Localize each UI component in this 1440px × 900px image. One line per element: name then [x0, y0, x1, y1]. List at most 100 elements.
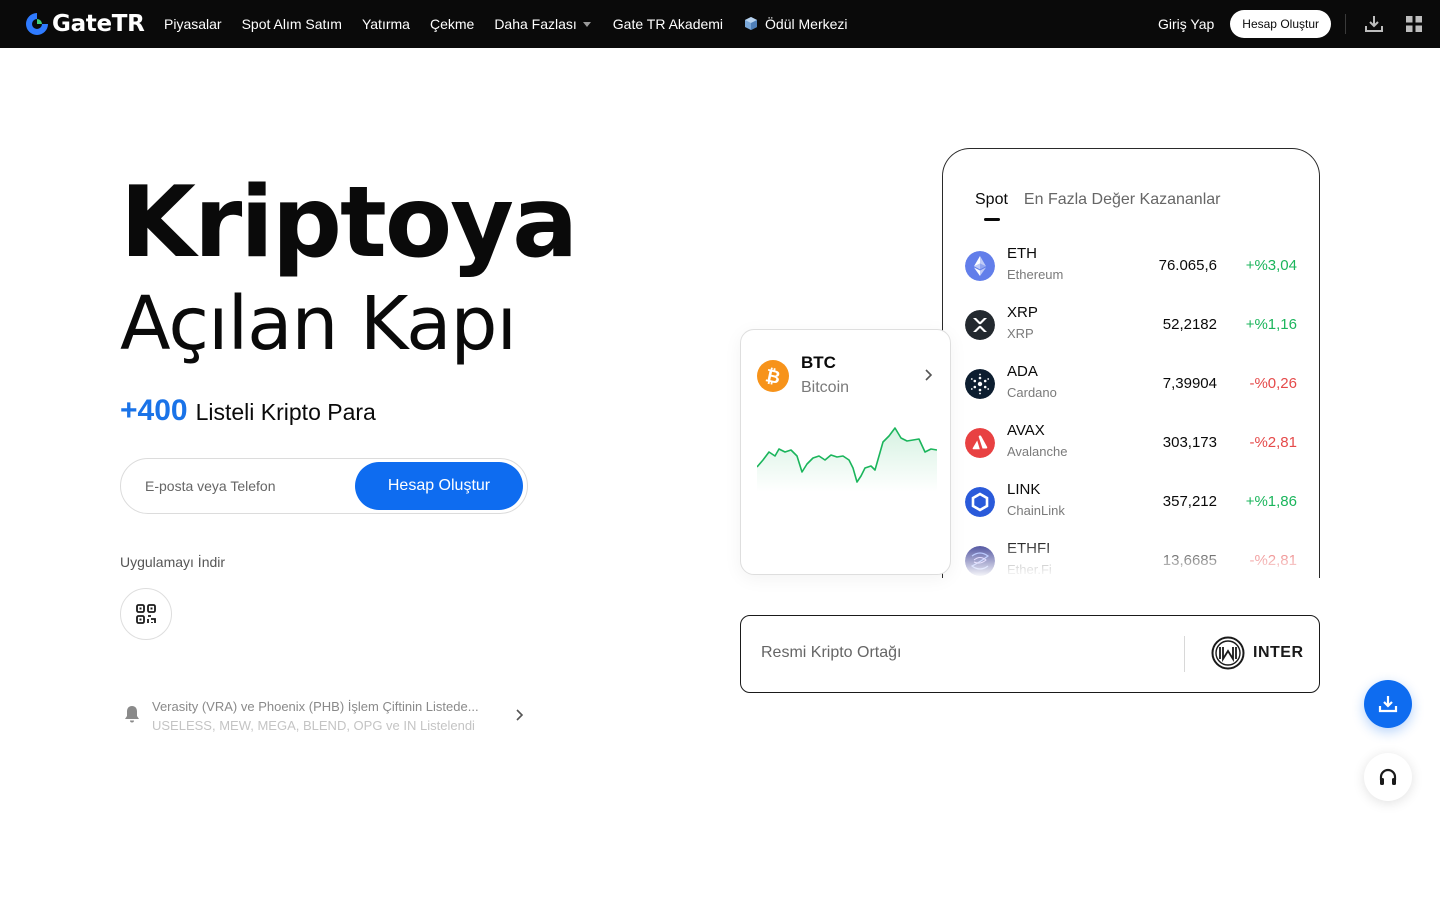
- coin-price: 13,6685: [1162, 552, 1217, 569]
- nav-spot-trading-label: Spot Alım Satım: [241, 16, 342, 32]
- ada-icon: [965, 369, 995, 399]
- avax-icon: [965, 428, 995, 458]
- headset-icon: [1379, 768, 1397, 785]
- inter-logo-icon: [1211, 636, 1245, 670]
- gatetr-logo[interactable]: GateTR: [24, 9, 145, 39]
- email-phone-input[interactable]: [145, 478, 345, 494]
- official-partner-banner[interactable]: Resmi Kripto Ortağı INTER: [740, 615, 1320, 693]
- floating-support-button[interactable]: [1364, 753, 1412, 801]
- nav-markets-label: Piyasalar: [164, 16, 222, 32]
- hero-title-line1: Kriptoya: [120, 166, 578, 280]
- nav-academy-label: Gate TR Akademi: [612, 16, 724, 32]
- market-tabs: Spot En Fazla Değer Kazananlar: [975, 191, 1236, 221]
- chevron-right-icon: [925, 369, 933, 381]
- btc-sparkline: [757, 427, 937, 492]
- partner-name: INTER: [1253, 644, 1304, 661]
- nav-withdraw[interactable]: Çekme: [430, 16, 474, 32]
- announcement-ticker[interactable]: Verasity (VRA) ve Phoenix (PHB) İşlem Çi…: [120, 698, 530, 738]
- chevron-right-icon: [516, 709, 524, 721]
- announcement-line2: USELESS, MEW, MEGA, BLEND, OPG ve IN Lis…: [152, 718, 475, 733]
- hero-signup-button[interactable]: Hesap Oluştur: [355, 462, 523, 510]
- coin-symbol: LINK: [1007, 481, 1041, 498]
- nav-reward-center-label: Ödül Merkezi: [765, 16, 848, 32]
- announcement-line1: Verasity (VRA) ve Phoenix (PHB) İşlem Çi…: [152, 699, 479, 714]
- download-icon[interactable]: [1364, 14, 1384, 34]
- listed-count-number: +400: [120, 394, 188, 427]
- coin-price: 357,212: [1162, 493, 1217, 510]
- nav-deposit-label: Yatırma: [361, 16, 410, 32]
- market-row-ada[interactable]: ADA Cardano 7,39904 -%0,26: [965, 361, 1299, 417]
- nav-markets[interactable]: Piyasalar: [164, 16, 222, 32]
- btc-name: Bitcoin: [801, 379, 850, 396]
- btc-card[interactable]: ₿ BTC Bitcoin: [740, 329, 951, 575]
- ethfi-icon: [965, 546, 995, 576]
- nav-deposit[interactable]: Yatırma: [362, 16, 410, 32]
- floating-download-button[interactable]: [1364, 680, 1412, 728]
- caret-down-icon: [582, 21, 591, 27]
- gatetr-logo-icon: [26, 13, 48, 35]
- coin-change: +%1,16: [1245, 316, 1297, 333]
- top-navbar: GateTR Piyasalar Spot Alım Satım Yatırma…: [0, 0, 1440, 48]
- apps-grid-icon[interactable]: [1404, 14, 1424, 34]
- eth-icon: [965, 251, 995, 281]
- coin-name: ChainLink: [1007, 503, 1065, 518]
- coin-name: Avalanche: [1007, 444, 1068, 459]
- nav-divider: [1345, 14, 1346, 34]
- btc-icon: ₿: [757, 360, 789, 392]
- coin-symbol: XRP: [1007, 304, 1038, 321]
- coin-change: +%3,04: [1245, 257, 1297, 274]
- market-row-ethfi[interactable]: ETHFI Ether.Fi 13,6685 -%2,81: [965, 538, 1299, 594]
- nav-spot-trading[interactable]: Spot Alım Satım: [242, 16, 342, 32]
- nav-reward-center[interactable]: Ödül Merkezi: [743, 16, 848, 32]
- coin-name: Ethereum: [1007, 267, 1064, 282]
- coin-symbol: ETHFI: [1007, 540, 1051, 557]
- coin-price: 7,39904: [1162, 375, 1217, 392]
- xrp-icon: [965, 310, 995, 340]
- hero-title-highlight-text: Kapı: [359, 281, 517, 367]
- btc-symbol: BTC: [801, 353, 836, 372]
- download-icon: [1378, 696, 1398, 713]
- signup-form: Hesap Oluştur: [120, 458, 528, 514]
- nav-more-dropdown[interactable]: Daha Fazlası: [494, 16, 591, 32]
- coin-change: -%2,81: [1249, 434, 1297, 451]
- market-row-avax[interactable]: AVAX Avalanche 303,173 -%2,81: [965, 420, 1299, 476]
- coin-price: 303,173: [1162, 434, 1217, 451]
- download-app-label: Uygulamayı İndir: [120, 554, 226, 570]
- listed-count: +400 Listeli Kripto Para: [120, 394, 376, 428]
- tab-spot[interactable]: Spot: [975, 191, 1008, 221]
- market-row-eth[interactable]: ETH Ethereum 76.065,6 +%3,04: [965, 243, 1299, 299]
- link-icon: [965, 487, 995, 517]
- coin-change: -%2,81: [1249, 552, 1297, 569]
- nav-right: Giriş Yap Hesap Oluştur: [1158, 0, 1440, 48]
- nav-withdraw-label: Çekme: [429, 16, 475, 32]
- qr-code-icon: [136, 604, 156, 624]
- login-link[interactable]: Giriş Yap: [1158, 16, 1214, 32]
- tab-top-gainers[interactable]: En Fazla Değer Kazananlar: [1024, 191, 1221, 209]
- coin-symbol: ADA: [1007, 363, 1038, 380]
- qr-code-button[interactable]: [120, 588, 172, 640]
- coin-price: 52,2182: [1162, 316, 1217, 333]
- partner-label: Resmi Kripto Ortağı: [761, 644, 902, 661]
- partner-divider: [1184, 636, 1185, 672]
- market-row-link[interactable]: LINK ChainLink 357,212 +%1,86: [965, 479, 1299, 535]
- coin-symbol: ETH: [1007, 245, 1037, 262]
- hero-title-line2: Açılan Kapı: [120, 281, 524, 369]
- logo-text: GateTR: [52, 11, 145, 37]
- nav-signup-button[interactable]: Hesap Oluştur: [1230, 10, 1331, 38]
- market-card: Spot En Fazla Değer Kazananlar ETH Ether…: [942, 148, 1320, 578]
- coin-change: +%1,86: [1245, 493, 1297, 510]
- reward-box-icon: [745, 17, 758, 30]
- bell-icon: [125, 706, 139, 723]
- listed-count-label: Listeli Kripto Para: [195, 399, 376, 425]
- coin-change: -%0,26: [1249, 375, 1297, 392]
- hero-title-highlight: Kapı: [354, 281, 524, 369]
- coin-price: 76.065,6: [1158, 257, 1217, 274]
- coin-name: Ether.Fi: [1007, 562, 1052, 577]
- nav-academy[interactable]: Gate TR Akademi: [613, 16, 723, 32]
- nav-more-label: Daha Fazlası: [494, 16, 577, 32]
- nav-links: Piyasalar Spot Alım Satım Yatırma Çekme …: [164, 0, 868, 48]
- coin-name: XRP: [1007, 326, 1034, 341]
- coin-symbol: AVAX: [1007, 422, 1045, 439]
- market-row-xrp[interactable]: XRP XRP 52,2182 +%1,16: [965, 302, 1299, 358]
- hero-title-plain: Açılan: [120, 281, 338, 367]
